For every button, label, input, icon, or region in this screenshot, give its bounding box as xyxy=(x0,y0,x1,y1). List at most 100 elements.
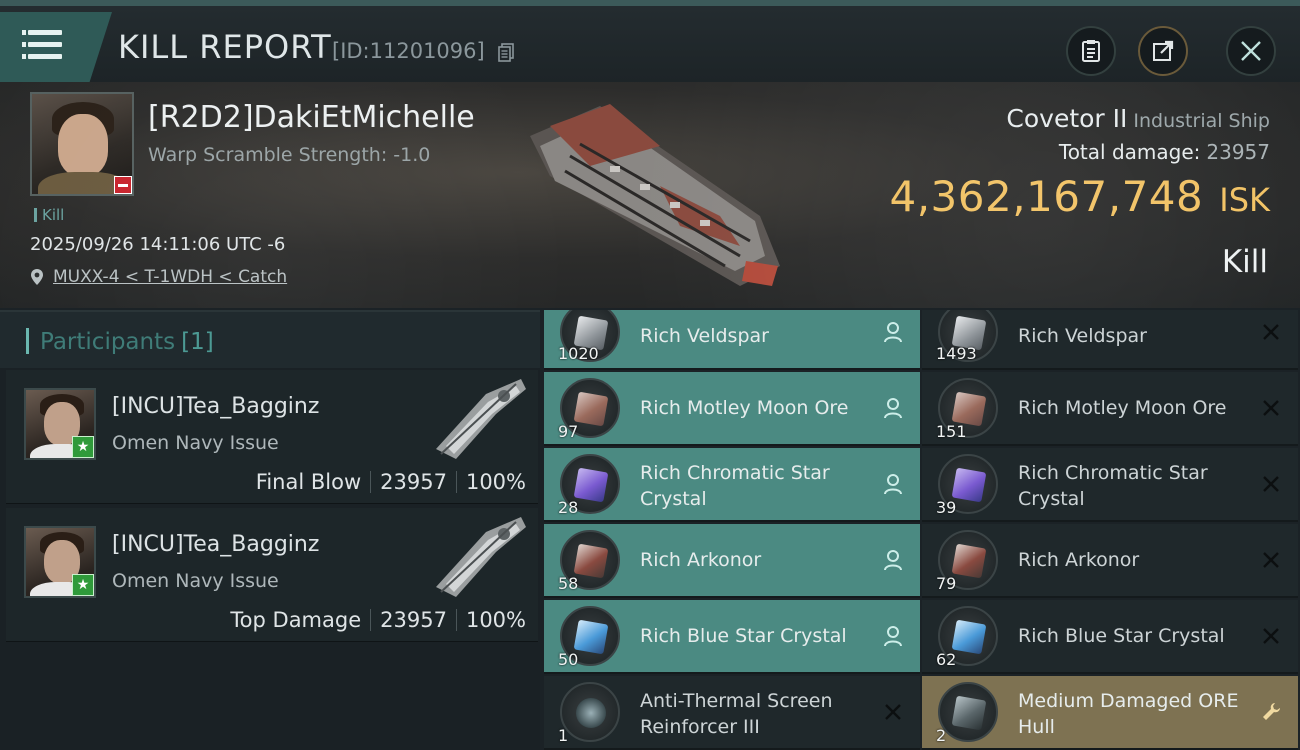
person-icon xyxy=(884,474,902,495)
victim-name[interactable]: [R2D2]DakiEtMichelle xyxy=(148,100,475,135)
participant-stats: Top Damage 23957 100% xyxy=(230,608,526,632)
item-quantity: 2 xyxy=(936,726,947,745)
hamburger-icon-line xyxy=(22,42,62,47)
header-accent xyxy=(26,328,29,354)
person-icon xyxy=(884,398,902,419)
item-name: Rich Blue Star Crystal xyxy=(1018,625,1225,647)
item-quantity: 97 xyxy=(558,422,579,441)
negative-standing-icon xyxy=(114,176,132,194)
clipboard-icon xyxy=(1082,40,1100,62)
location-link[interactable]: MUXX-4 < T-1WDH < Catch xyxy=(53,267,287,287)
item-quantity: 28 xyxy=(558,498,579,517)
kill-status: Kill xyxy=(1221,244,1268,280)
person-icon xyxy=(884,626,902,647)
ship-name[interactable]: Covetor II xyxy=(1006,104,1127,133)
loot-item[interactable]: 39 Rich Chromatic Star Crystal xyxy=(922,448,1298,522)
total-damage-value: 23957 xyxy=(1206,140,1270,164)
item-quantity: 1493 xyxy=(936,344,977,363)
item-quantity: 79 xyxy=(936,574,957,593)
share-button[interactable] xyxy=(1138,26,1188,76)
report-id: [ID:11201096] xyxy=(332,39,485,63)
item-name: Rich Blue Star Crystal xyxy=(640,625,847,647)
loot-item[interactable]: 62 Rich Blue Star Crystal xyxy=(922,600,1298,674)
loot-item[interactable]: 50 Rich Blue Star Crystal xyxy=(544,600,920,674)
participant-percent: 100% xyxy=(465,470,526,494)
participant-ship: Omen Navy Issue xyxy=(112,570,279,592)
participant-stats: Final Blow 23957 100% xyxy=(256,470,526,494)
x-icon xyxy=(1263,476,1279,492)
loot-item[interactable]: 58 Rich Arkonor xyxy=(544,524,920,598)
item-quantity: 50 xyxy=(558,650,579,669)
isk-value: 4,362,167,748 ISK xyxy=(889,172,1270,221)
loot-item[interactable]: 1 Anti-Thermal Screen Reinforcer III xyxy=(544,676,920,750)
loot-item[interactable]: 79 Rich Arkonor xyxy=(922,524,1298,598)
participant-row[interactable]: ★ [INCU]Tea_Bagginz Omen Navy Issue Fina… xyxy=(6,370,538,504)
close-button[interactable] xyxy=(1226,26,1276,76)
ship-class: Industrial Ship xyxy=(1133,110,1270,132)
item-name: Rich Veldspar xyxy=(640,325,769,347)
kill-tag: Kill xyxy=(34,206,64,224)
hull-icon xyxy=(938,682,998,742)
warp-scramble-strength: Warp Scramble Strength: -1.0 xyxy=(148,144,431,166)
loot-item[interactable]: 97 Rich Motley Moon Ore xyxy=(544,372,920,446)
participants-title-text: Participants xyxy=(40,329,176,355)
person-icon xyxy=(884,550,902,571)
star-icon: ★ xyxy=(72,436,94,458)
item-quantity: 39 xyxy=(936,498,957,517)
x-icon xyxy=(1263,400,1279,416)
item-quantity: 58 xyxy=(558,574,579,593)
item-quantity: 1 xyxy=(558,726,569,745)
x-icon xyxy=(1263,552,1279,568)
participants-header: Participants [1] xyxy=(0,310,540,368)
item-name: Medium Damaged ORE Hull xyxy=(1018,690,1239,738)
clipboard-button[interactable] xyxy=(1066,26,1116,76)
item-name: Rich Chromatic Star Crystal xyxy=(1018,462,1208,510)
hamburger-icon-line xyxy=(22,54,62,59)
person-icon xyxy=(884,322,902,343)
participant-role: Top Damage xyxy=(230,608,362,632)
item-name: Anti-Thermal Screen Reinforcer III xyxy=(640,690,833,738)
location-pin-icon xyxy=(31,269,43,285)
item-quantity: 62 xyxy=(936,650,957,669)
victim-banner: [R2D2]DakiEtMichelle Warp Scramble Stren… xyxy=(0,82,1300,308)
participant-row[interactable]: ★ [INCU]Tea_Bagginz Omen Navy Issue Top … xyxy=(6,508,538,642)
hamburger-icon xyxy=(22,30,62,35)
page-title: KILL REPORT xyxy=(118,28,332,66)
x-icon xyxy=(1263,628,1279,644)
module-icon xyxy=(560,682,620,742)
participant-ship: Omen Navy Issue xyxy=(112,432,279,454)
participant-name: [INCU]Tea_Bagginz xyxy=(112,532,320,557)
close-icon xyxy=(1241,41,1261,61)
total-damage-label: Total damage: xyxy=(1058,140,1201,164)
total-damage: Total damage: 23957 xyxy=(1059,140,1270,164)
participants-panel: Participants [1] ★ [INCU]Tea_Bagginz Omen… xyxy=(0,310,540,750)
participant-name: [INCU]Tea_Bagginz xyxy=(112,394,320,419)
kill-datetime: 2025/09/26 14:11:06 UTC -6 xyxy=(30,234,286,255)
item-name: Rich Motley Moon Ore xyxy=(1018,397,1227,419)
star-icon: ★ xyxy=(72,574,94,596)
participant-damage: 23957 xyxy=(380,470,447,494)
copy-icon[interactable] xyxy=(498,43,514,62)
item-name: Rich Chromatic Star Crystal xyxy=(640,462,830,510)
loot-item[interactable]: 28 Rich Chromatic Star Crystal xyxy=(544,448,920,522)
item-name: Rich Veldspar xyxy=(1018,325,1147,347)
participants-title: Participants [1] xyxy=(40,329,214,355)
item-quantity: 1020 xyxy=(558,344,599,363)
loot-item[interactable]: 151 Rich Motley Moon Ore xyxy=(922,372,1298,446)
wrench-icon xyxy=(1263,703,1280,720)
victim-avatar[interactable] xyxy=(30,92,134,196)
item-name: Rich Arkonor xyxy=(640,549,762,571)
share-icon xyxy=(1153,40,1174,61)
header-bar: KILL REPORT [ID:11201096] xyxy=(0,0,1300,82)
item-quantity: 151 xyxy=(936,422,967,441)
participant-percent: 100% xyxy=(465,608,526,632)
participants-count: [1] xyxy=(181,329,214,355)
participant-role: Final Blow xyxy=(255,470,362,494)
isk-amount: 4,362,167,748 xyxy=(889,172,1204,221)
isk-unit: ISK xyxy=(1219,181,1270,219)
loot-item[interactable]: 1493 Rich Veldspar xyxy=(922,310,1298,370)
loot-item[interactable]: 2 Medium Damaged ORE Hull xyxy=(922,676,1298,750)
menu-button[interactable] xyxy=(0,12,112,82)
ship-info: Covetor II Industrial Ship xyxy=(1006,104,1270,133)
loot-item[interactable]: 1020 Rich Veldspar xyxy=(544,310,920,370)
